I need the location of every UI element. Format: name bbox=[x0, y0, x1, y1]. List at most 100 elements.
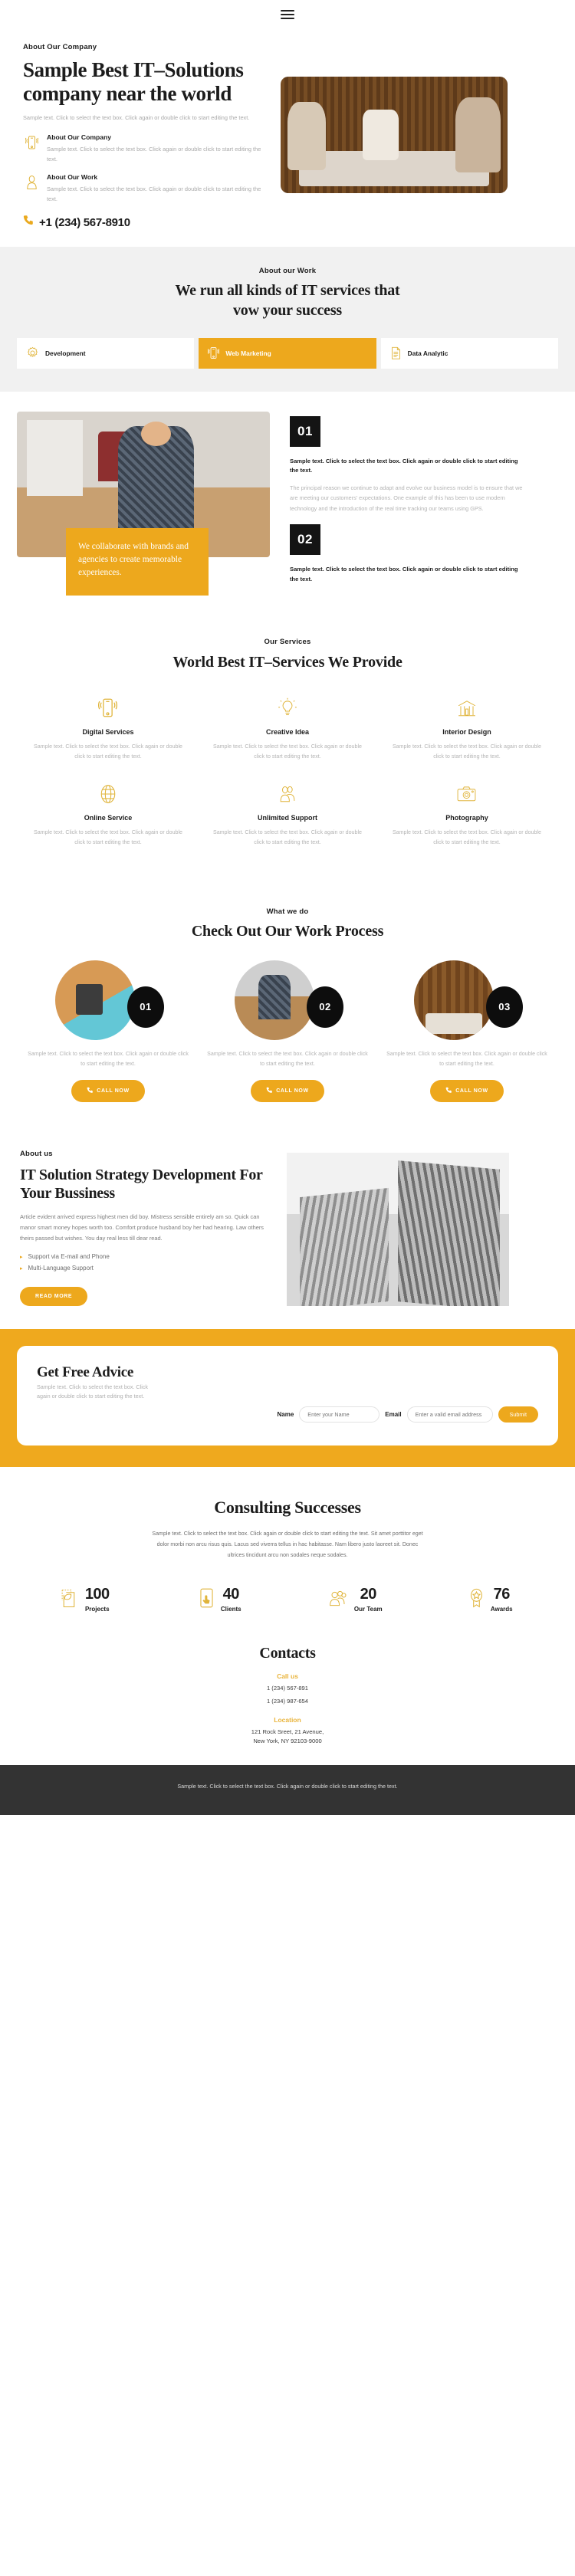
split-section: We collaborate with brands and agencies … bbox=[0, 392, 575, 599]
about-image bbox=[287, 1153, 509, 1307]
about-section: About us IT Solution Strategy Developmen… bbox=[0, 1113, 575, 1329]
stats-row: 100 Projects 40 Clients 20 Our Team 76 A… bbox=[0, 1560, 575, 1613]
address-line-1: 121 Rock Sreet, 21 Avenue, bbox=[251, 1728, 324, 1735]
hero-image-shape bbox=[362, 109, 399, 161]
work-title: We run all kinds of IT services that vow… bbox=[175, 282, 400, 320]
location-heading: Location bbox=[274, 1715, 301, 1724]
hero-image-shape bbox=[455, 97, 501, 172]
about-image-shape bbox=[398, 1160, 501, 1307]
stat-item: 40 Clients bbox=[153, 1587, 288, 1613]
page-title: Sample Best IT–Solutions company near th… bbox=[23, 58, 244, 105]
tab-label: Development bbox=[45, 349, 86, 357]
process-eyebrow: What we do bbox=[266, 907, 309, 916]
call-us-heading: Call us bbox=[277, 1672, 298, 1681]
globe-icon bbox=[29, 781, 187, 807]
stat-item: 20 Our Team bbox=[288, 1587, 423, 1613]
list-item: ▸ Support via E-mail and Phone bbox=[20, 1253, 273, 1260]
person-icon bbox=[23, 172, 40, 204]
feature-title: About Our Company bbox=[47, 133, 112, 142]
phone-number: +1 (234) 567-8910 bbox=[39, 215, 130, 229]
tab-web-marketing[interactable]: Web Marketing bbox=[199, 337, 376, 369]
hero-text-column: About Our Company Sample Best IT–Solutio… bbox=[23, 43, 268, 230]
stat-body: 20 Our Team bbox=[354, 1587, 383, 1613]
service-title: Unlimited Support bbox=[257, 814, 317, 822]
process-step-image bbox=[234, 960, 314, 1040]
service-card[interactable]: Interior Design Sample text. Click to se… bbox=[377, 695, 557, 762]
tab-label: Data Analytic bbox=[407, 349, 449, 357]
service-title: Creative Idea bbox=[265, 727, 309, 736]
phone-icon bbox=[445, 1087, 452, 1095]
burger-line bbox=[281, 14, 294, 15]
tab-data-analytic[interactable]: Data Analytic bbox=[380, 337, 558, 369]
email-input[interactable] bbox=[406, 1406, 493, 1423]
split-text-column: 01 Sample text. Click to select the text… bbox=[290, 412, 543, 592]
contact-phone-2[interactable]: 1 (234) 987-654 bbox=[0, 1697, 575, 1706]
process-step-media: 02 bbox=[230, 960, 345, 1040]
process-step: 01 Sample text. Click to select the text… bbox=[18, 960, 198, 1103]
advice-title: Get Free Advice bbox=[37, 1364, 133, 1381]
stat-label: Our Team bbox=[353, 1606, 383, 1613]
footer-text: Sample text. Click to select the text bo… bbox=[177, 1783, 398, 1790]
tab-development[interactable]: Development bbox=[17, 337, 195, 369]
read-more-button[interactable]: READ MORE bbox=[20, 1287, 88, 1307]
contact-phone-1[interactable]: 1 (234) 567-891 bbox=[0, 1684, 575, 1693]
call-now-label: CALL NOW bbox=[276, 1088, 309, 1094]
service-card[interactable]: Photography Sample text. Click to select… bbox=[377, 781, 557, 848]
advice-subtitle: Sample text. Click to select the text bo… bbox=[37, 1383, 149, 1400]
phone-icon bbox=[266, 1087, 273, 1095]
service-card[interactable]: Unlimited Support Sample text. Click to … bbox=[198, 781, 377, 848]
mobile-signal-icon bbox=[23, 133, 40, 164]
contacts-section: Contacts Call us 1 (234) 567-891 1 (234)… bbox=[0, 1613, 575, 1765]
stat-body: 76 Awards bbox=[491, 1587, 513, 1613]
stat-value: 100 bbox=[84, 1586, 110, 1603]
work-eyebrow: About our Work bbox=[258, 267, 317, 276]
service-title: Digital Services bbox=[82, 727, 134, 736]
process-step-text: Sample text. Click to select the text bo… bbox=[28, 1050, 189, 1068]
service-text: Sample text. Click to select the text bo… bbox=[212, 743, 362, 760]
stat-body: 100 Projects bbox=[85, 1587, 110, 1613]
service-text: Sample text. Click to select the text bo… bbox=[392, 743, 541, 760]
hero-image-shape bbox=[287, 102, 327, 170]
bullet-label: Multi-Language Support bbox=[28, 1265, 94, 1272]
consulting-title: Consulting Successes bbox=[214, 1497, 361, 1517]
call-now-button[interactable]: CALL NOW bbox=[430, 1080, 504, 1103]
about-paragraph: Article evident arrived express highest … bbox=[20, 1213, 264, 1242]
call-now-button[interactable]: CALL NOW bbox=[71, 1080, 145, 1103]
about-eyebrow: About us bbox=[20, 1150, 53, 1159]
feature-item: About Our Company Sample text. Click to … bbox=[23, 133, 268, 164]
split-image-column: We collaborate with brands and agencies … bbox=[0, 411, 276, 596]
about-bullet-list: ▸ Support via E-mail and Phone ▸ Multi-L… bbox=[20, 1253, 273, 1272]
service-text: Sample text. Click to select the text bo… bbox=[212, 829, 362, 846]
call-now-button[interactable]: CALL NOW bbox=[251, 1080, 324, 1103]
service-card[interactable]: Creative Idea Sample text. Click to sele… bbox=[198, 695, 377, 762]
collaborate-callout: We collaborate with brands and agencies … bbox=[66, 527, 209, 596]
process-title: Check Out Our Work Process bbox=[191, 922, 384, 940]
service-card[interactable]: Digital Services Sample text. Click to s… bbox=[18, 695, 198, 762]
advice-band: Get Free Advice Sample text. Click to se… bbox=[0, 1329, 575, 1467]
about-title: IT Solution Strategy Development For You… bbox=[20, 1167, 263, 1203]
process-step-media: 01 bbox=[51, 960, 166, 1040]
services-title: World Best IT–Services We Provide bbox=[172, 653, 402, 671]
document-leaf-icon bbox=[60, 1587, 79, 1613]
process-step-number: 03 bbox=[485, 986, 523, 1028]
services-section: Our Services World Best IT–Services We P… bbox=[0, 599, 575, 883]
feature-item: About Our Work Sample text. Click to sel… bbox=[23, 172, 268, 204]
stat-value: 76 bbox=[493, 1586, 511, 1603]
hero-section: About Our Company Sample Best IT–Solutio… bbox=[0, 29, 575, 247]
site-header bbox=[0, 0, 575, 29]
about-text-column: About us IT Solution Strategy Developmen… bbox=[20, 1150, 273, 1307]
award-badge-icon bbox=[468, 1587, 485, 1613]
service-card[interactable]: Online Service Sample text. Click to sel… bbox=[18, 781, 198, 848]
split-block-bold: Sample text. Click to select the text bo… bbox=[290, 566, 518, 582]
advice-form: Name Email Submit bbox=[37, 1406, 538, 1423]
consulting-paragraph: Sample text. Click to select the text bo… bbox=[152, 1530, 423, 1559]
submit-button[interactable]: Submit bbox=[498, 1406, 538, 1423]
hamburger-menu-icon[interactable] bbox=[281, 10, 294, 19]
name-input[interactable] bbox=[299, 1406, 380, 1423]
split-block-body: The principal reason we continue to adap… bbox=[290, 484, 523, 512]
contacts-title: Contacts bbox=[259, 1645, 316, 1662]
mobile-signal-icon bbox=[208, 346, 220, 360]
bullet-label: Support via E-mail and Phone bbox=[28, 1253, 110, 1261]
hero-phone[interactable]: +1 (234) 567-8910 bbox=[23, 215, 268, 230]
hero-feature-list: About Our Company Sample text. Click to … bbox=[23, 133, 268, 204]
